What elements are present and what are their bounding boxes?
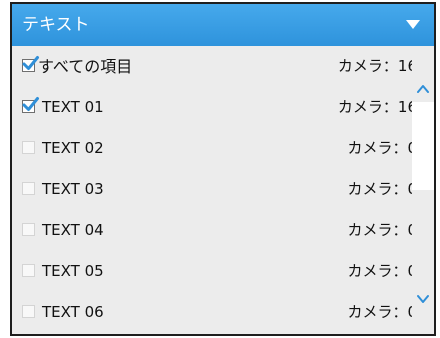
checkbox[interactable] [22, 182, 35, 195]
camera-filter-panel: テキスト すべての項目 カメラ：16 TEXT 01 カメラ：16 TEXT 0… [10, 2, 436, 336]
camera-count: カメラ：0 [347, 303, 412, 321]
camera-count: カメラ：16 [337, 98, 412, 116]
camera-count: カメラ：0 [347, 180, 412, 198]
dropdown-title: テキスト [22, 15, 90, 35]
item-label: TEXT 04 [42, 221, 104, 239]
item-list: すべての項目 カメラ：16 TEXT 01 カメラ：16 TEXT 02 カメラ… [12, 46, 412, 334]
list-item[interactable]: TEXT 01 カメラ：16 [12, 87, 412, 128]
list-item-all[interactable]: すべての項目 カメラ：16 [12, 46, 412, 87]
item-label: TEXT 03 [42, 180, 104, 198]
item-label: TEXT 05 [42, 262, 104, 280]
item-label: TEXT 01 [42, 98, 104, 116]
checkbox[interactable] [22, 305, 35, 318]
vertical-scrollbar[interactable] [412, 46, 434, 334]
checkbox[interactable] [22, 141, 35, 154]
list-item[interactable]: TEXT 02 カメラ：0 [12, 128, 412, 169]
checkbox[interactable] [22, 223, 35, 236]
scroll-down-icon[interactable] [417, 294, 429, 304]
item-label: すべての項目 [38, 57, 133, 76]
item-label: TEXT 06 [42, 303, 104, 321]
caret-down-icon[interactable] [406, 20, 420, 29]
checkmark-icon [22, 97, 39, 111]
scroll-thumb[interactable] [412, 102, 434, 190]
camera-count: カメラ：16 [337, 57, 412, 75]
list-item[interactable]: TEXT 04 カメラ：0 [12, 210, 412, 251]
list-item[interactable]: TEXT 06 カメラ：0 [12, 292, 412, 333]
item-label: TEXT 02 [42, 139, 104, 157]
checkbox[interactable] [22, 264, 35, 277]
camera-count: カメラ：0 [347, 221, 412, 239]
camera-count: カメラ：0 [347, 139, 412, 157]
camera-count: カメラ：0 [347, 262, 412, 280]
checkbox[interactable] [22, 97, 39, 113]
checkbox-all[interactable] [22, 56, 39, 72]
dropdown-header[interactable]: テキスト [12, 4, 434, 46]
list-item[interactable]: TEXT 05 カメラ：0 [12, 251, 412, 292]
scroll-up-icon[interactable] [417, 84, 429, 94]
list-item[interactable]: TEXT 03 カメラ：0 [12, 169, 412, 210]
